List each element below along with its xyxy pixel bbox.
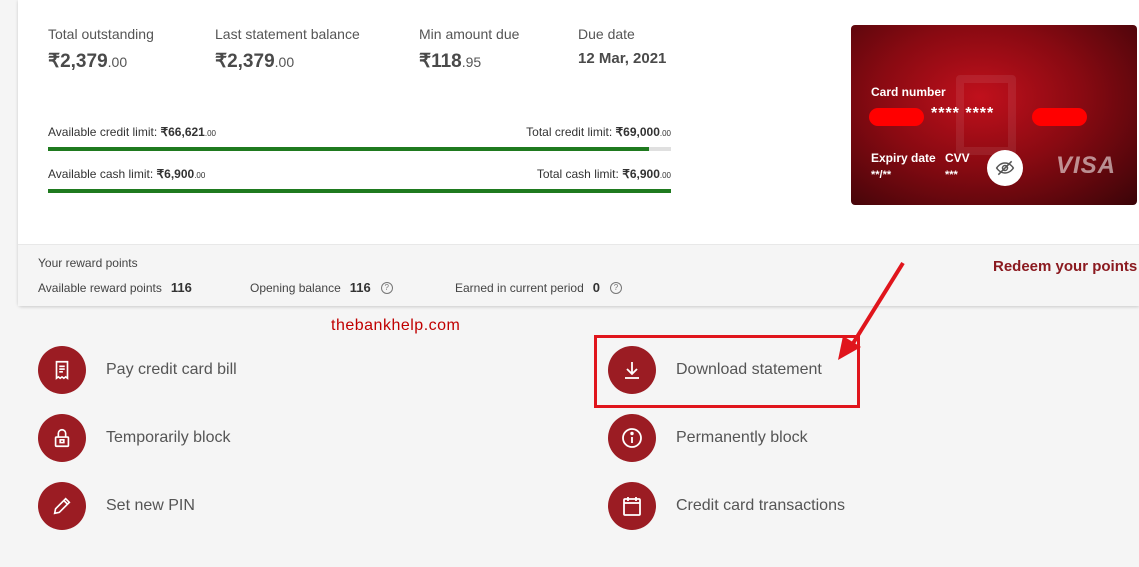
redeem-points-link[interactable]: Redeem your points <box>993 258 1137 275</box>
set-new-pin-button[interactable]: Set new PIN <box>38 482 195 530</box>
card-number-masked: **** **** <box>931 105 995 122</box>
total-outstanding: Total outstanding ₹2,379.00 <box>48 26 154 73</box>
set-new-pin-label: Set new PIN <box>106 497 195 514</box>
transactions-label: Credit card transactions <box>676 497 845 514</box>
permanently-block-label: Permanently block <box>676 429 808 446</box>
rewards-section: Your reward points Available reward poin… <box>18 244 1139 306</box>
cvv-label: CVV <box>945 151 970 165</box>
last-statement-value: ₹2,379.00 <box>215 51 295 72</box>
cvv-value: *** <box>945 169 958 181</box>
cash-limit-bar-fill <box>48 189 671 193</box>
credit-card-transactions-button[interactable]: Credit card transactions <box>608 482 845 530</box>
pencil-icon <box>38 482 86 530</box>
available-credit-limit: Available credit limit: ₹66,621.00 <box>48 125 216 139</box>
total-outstanding-value: ₹2,379.00 <box>48 51 128 72</box>
annotation-highlight-box <box>594 335 860 408</box>
due-date: Due date 12 Mar, 2021 <box>578 26 666 67</box>
rewards-title: Your reward points <box>38 256 138 270</box>
earned-current-period: Earned in current period 0 ? <box>455 280 622 295</box>
last-statement-balance: Last statement balance ₹2,379.00 <box>215 26 360 73</box>
opening-balance: Opening balance 116 ? <box>250 280 393 295</box>
help-icon[interactable]: ? <box>380 281 393 294</box>
total-credit-limit: Total credit limit: ₹69,000.00 <box>526 125 671 139</box>
min-due-label: Min amount due <box>419 26 520 42</box>
expiry-date-label: Expiry date <box>871 151 936 165</box>
total-cash-limit: Total cash limit: ₹6,900.00 <box>536 167 671 181</box>
credit-card: Card number **** **** Expiry date **/** … <box>851 25 1137 205</box>
expiry-date-value: **/** <box>871 169 892 181</box>
help-icon[interactable]: ? <box>609 281 622 294</box>
permanently-block-button[interactable]: Permanently block <box>608 414 808 462</box>
info-icon <box>608 414 656 462</box>
card-number-label: Card number <box>871 85 946 99</box>
credit-limit-bar-fill <box>48 147 650 151</box>
visa-logo: VISA <box>1056 152 1117 179</box>
total-outstanding-label: Total outstanding <box>48 26 154 42</box>
credit-limit-row: Available credit limit: ₹66,621.00 Total… <box>48 125 671 139</box>
temporarily-block-label: Temporarily block <box>106 429 231 446</box>
temporarily-block-button[interactable]: Temporarily block <box>38 414 230 462</box>
pay-credit-card-bill-button[interactable]: Pay credit card bill <box>38 346 237 394</box>
calendar-icon <box>608 482 656 530</box>
due-date-label: Due date <box>578 26 635 42</box>
cash-limit-bar <box>48 189 671 193</box>
available-cash-limit: Available cash limit: ₹6,900.00 <box>48 167 206 181</box>
pay-bill-label: Pay credit card bill <box>106 361 237 378</box>
watermark-text: thebankhelp.com <box>331 317 461 334</box>
redaction-mark <box>869 108 924 126</box>
eye-off-icon[interactable] <box>987 150 1023 186</box>
receipt-icon <box>38 346 86 394</box>
min-due-value: ₹118.95 <box>419 51 482 72</box>
redaction-mark <box>1032 108 1087 126</box>
last-statement-label: Last statement balance <box>215 26 360 42</box>
available-reward-points: Available reward points 116 <box>38 280 192 295</box>
lock-icon <box>38 414 86 462</box>
due-date-value: 12 Mar, 2021 <box>578 50 667 67</box>
min-amount-due: Min amount due ₹118.95 <box>419 26 519 73</box>
cash-limit-row: Available cash limit: ₹6,900.00 Total ca… <box>48 167 671 181</box>
credit-limit-bar <box>48 147 671 151</box>
